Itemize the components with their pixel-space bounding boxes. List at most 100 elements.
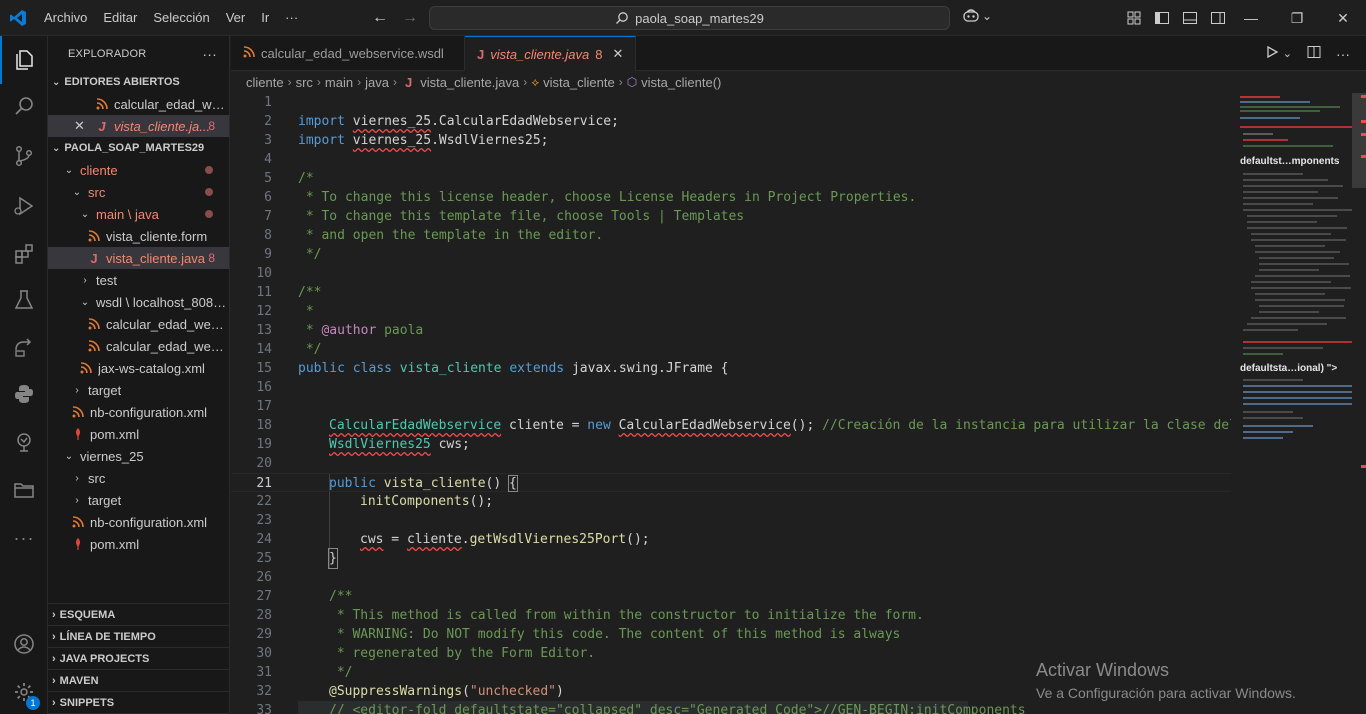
close-tab-icon[interactable]: ✕ <box>612 46 623 62</box>
extensions-icon[interactable] <box>0 230 48 278</box>
copilot-button[interactable]: ⌄ <box>962 8 992 24</box>
code-editor[interactable]: 1 2 import viernes_25.CalcularEdadWebserv… <box>231 93 1231 714</box>
kubernetes-tree-icon[interactable] <box>0 418 48 466</box>
menu-more[interactable]: ··· <box>277 0 306 36</box>
breadcrumb-item[interactable]: cliente <box>246 75 284 90</box>
python-icon[interactable] <box>0 370 48 418</box>
minimap-line <box>1243 379 1303 381</box>
section-linea-tiempo[interactable]: › LÍNEA DE TIEMPO <box>48 626 229 648</box>
breadcrumb-item[interactable]: vista_cliente.java <box>420 75 519 90</box>
tree-file-pom-2[interactable]: pom.xml <box>48 533 229 555</box>
menu-editar[interactable]: Editar <box>95 0 145 36</box>
tree-file-form[interactable]: vista_cliente.form <box>48 225 229 247</box>
menu-archivo[interactable]: Archivo <box>36 0 95 36</box>
tree-file-nbconfig[interactable]: nb-configuration.xml <box>48 401 229 423</box>
minimap-line <box>1240 106 1340 108</box>
testing-flask-icon[interactable] <box>0 276 48 324</box>
chevron-down-icon[interactable]: ⌄ <box>1283 47 1292 60</box>
minimap-line <box>1243 139 1288 141</box>
breadcrumb-item[interactable]: src <box>296 75 313 90</box>
menu-ir[interactable]: Ir <box>253 0 277 36</box>
minimap[interactable]: defaultst…mponents defaultsta…ional) "> <box>1231 93 1352 714</box>
code-token: /* <box>298 171 314 186</box>
explorer-icon[interactable] <box>0 36 48 84</box>
tree-file-wsdl-1[interactable]: calcular_edad_webs... <box>48 313 229 335</box>
section-java-projects[interactable]: › JAVA PROJECTS <box>48 648 229 670</box>
breadcrumb-item[interactable]: main <box>325 75 353 90</box>
vertical-scrollbar[interactable] <box>1352 93 1366 714</box>
explorer-more-button[interactable]: ··· <box>202 46 217 62</box>
tree-folder-src-2[interactable]: › src <box>48 467 229 489</box>
chevron-down-icon: ⌄ <box>52 142 61 154</box>
folder-view-icon[interactable] <box>0 466 48 514</box>
tree-folder-target-2[interactable]: › target <box>48 489 229 511</box>
more-actions-icon[interactable]: ··· <box>1336 46 1350 62</box>
tree-file-wsdl-2[interactable]: calcular_edad_webs... <box>48 335 229 357</box>
run-debug-icon[interactable] <box>0 182 48 230</box>
code-token: = <box>383 532 407 547</box>
rss-file-icon <box>86 318 102 330</box>
tree-folder-viernes[interactable]: ⌄ viernes_25 <box>48 445 229 467</box>
tree-folder-main-java[interactable]: ⌄ main \ java <box>48 203 229 225</box>
menu-ver[interactable]: Ver <box>218 0 254 36</box>
toggle-secondary-sidebar-icon[interactable] <box>1210 10 1226 26</box>
tree-file-pom[interactable]: pom.xml <box>48 423 229 445</box>
back-arrow-icon[interactable]: ← <box>372 9 388 27</box>
open-editors-section[interactable]: ⌄ EDITORES ABIERTOS <box>48 71 229 93</box>
tree-folder-test[interactable]: › test <box>48 269 229 291</box>
tree-folder-src[interactable]: ⌄ src <box>48 181 229 203</box>
menu-seleccion[interactable]: Selección <box>145 0 217 36</box>
notification-badge: 1 <box>26 696 40 710</box>
tab-java-active[interactable]: J vista_cliente.java 8 ✕ <box>465 36 637 71</box>
open-editor-java[interactable]: ✕ J vista_cliente.ja... 8 <box>48 115 229 137</box>
account-icon[interactable] <box>0 620 48 668</box>
scrollbar-thumb[interactable] <box>1352 93 1366 188</box>
tree-folder-wsdl[interactable]: ⌄ wsdl \ localhost_8080... <box>48 291 229 313</box>
close-icon[interactable]: ✕ <box>74 118 88 134</box>
section-esquema[interactable]: › ESQUEMA <box>48 604 229 626</box>
rss-file-icon <box>243 46 255 61</box>
command-center-search[interactable]: paola_soap_martes29 <box>429 6 950 30</box>
code-token: @author <box>321 323 377 338</box>
remote-explorer-icon[interactable] <box>0 324 48 372</box>
tab-label: calcular_edad_webservice.wsdl <box>261 46 444 61</box>
split-editor-icon[interactable] <box>1306 44 1322 63</box>
code-line-folded: 33 // <editor-fold defaultstate="collapse… <box>256 701 1026 714</box>
tree-label: src <box>88 184 106 200</box>
code-line: 4 <box>231 150 1231 169</box>
section-maven[interactable]: › MAVEN <box>48 670 229 692</box>
run-play-icon[interactable] <box>1265 45 1279 62</box>
restore-icon[interactable]: ❐ <box>1274 0 1320 36</box>
chevron-down-icon: ⌄ <box>64 450 74 462</box>
project-section[interactable]: ⌄ PAOLA_SOAP_MARTES29 <box>48 137 229 159</box>
toggle-panel-icon[interactable] <box>1182 10 1198 26</box>
line-number: 3 <box>264 133 272 148</box>
tree-folder-target[interactable]: › target <box>48 379 229 401</box>
section-snippets[interactable]: › SNIPPETS <box>48 692 229 714</box>
open-editor-wsdl[interactable]: calcular_edad_web... <box>48 93 229 115</box>
breadcrumb-item[interactable]: java <box>365 75 389 90</box>
manage-gear-icon[interactable]: 1 <box>0 668 48 714</box>
code-token: .WsdlViernes25; <box>431 133 549 148</box>
customize-layout-icon[interactable] <box>1126 10 1142 26</box>
chevron-right-icon: › <box>523 75 528 89</box>
code-token: vista_cliente <box>399 361 502 376</box>
tree-file-catalog[interactable]: jax-ws-catalog.xml <box>48 357 229 379</box>
source-control-icon[interactable] <box>0 132 48 180</box>
forward-arrow-icon[interactable]: → <box>402 9 418 27</box>
code-token: public <box>298 361 345 376</box>
tab-wsdl[interactable]: calcular_edad_webservice.wsdl <box>231 36 465 71</box>
minimap-line <box>1251 317 1346 319</box>
toggle-sidebar-icon[interactable] <box>1154 10 1170 26</box>
tree-file-java[interactable]: J vista_cliente.java 8 <box>48 247 229 269</box>
tree-file-nbconfig-2[interactable]: nb-configuration.xml <box>48 511 229 533</box>
line-number: 25 <box>256 551 272 566</box>
breadcrumb-item[interactable]: vista_cliente() <box>641 75 721 90</box>
search-view-icon[interactable] <box>0 82 48 130</box>
minimize-icon[interactable]: — <box>1228 0 1274 36</box>
minimap-line <box>1243 391 1352 393</box>
close-window-icon[interactable]: ✕ <box>1320 0 1366 36</box>
breadcrumb-item[interactable]: vista_cliente <box>543 75 615 90</box>
more-views-icon[interactable]: ··· <box>0 514 48 562</box>
tree-folder-cliente[interactable]: ⌄ cliente <box>48 159 229 181</box>
